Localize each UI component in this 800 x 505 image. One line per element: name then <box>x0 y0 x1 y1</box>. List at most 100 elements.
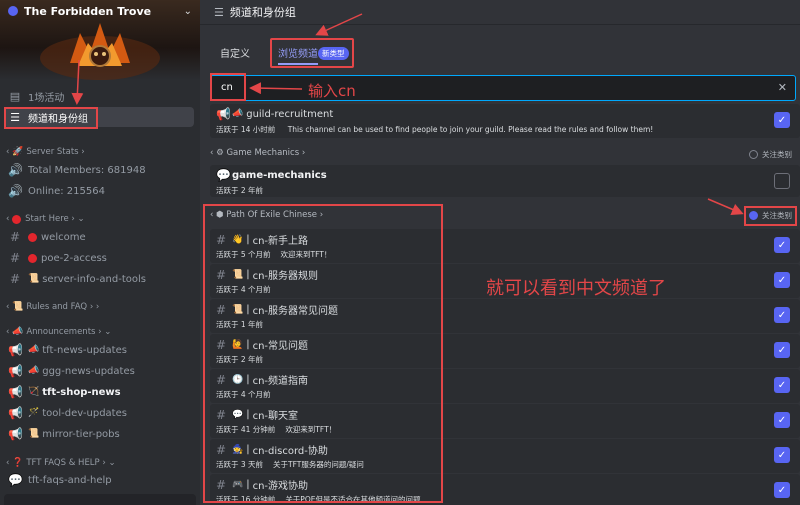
chevron-right-icon: › <box>78 147 85 157</box>
server-icon <box>8 6 18 16</box>
wand-icon: 🪄 <box>28 408 40 418</box>
annotation-box-nav <box>4 107 98 129</box>
channel-total-members[interactable]: 🔊 Total Members: 681948 <box>4 160 194 180</box>
follow-checkbox[interactable]: ✓ <box>774 237 790 253</box>
nav-events[interactable]: ▤ 1场活动 <box>4 86 194 106</box>
channel-label: welcome <box>41 231 86 243</box>
rocket-icon: 🚀 <box>12 147 24 157</box>
tab-bar: 自定义 浏览频道 新类型 <box>200 38 800 68</box>
announcement-icon: 📢 <box>216 107 231 121</box>
follow-checkbox[interactable]: ✓ <box>774 412 790 428</box>
chevron-right-icon: › <box>299 148 306 158</box>
channel-tft-shop-news[interactable]: 📢 🏹 tft-shop-news <box>4 382 194 402</box>
channel-label: mirror-tier-pobs <box>42 428 120 440</box>
row-activity: 活跃于 2 年前 <box>216 186 264 195</box>
channel-welcome[interactable]: # welcome <box>4 227 194 247</box>
chevron-down-icon: ⌄ <box>74 214 85 224</box>
sidebar: The Forbidden Trove ⌄ ▤ 1场活动 ☰ 频道和身份组 ‹ … <box>0 0 200 505</box>
speech-icon: 💬 <box>8 473 23 487</box>
follow-checkbox[interactable]: ✓ <box>774 342 790 358</box>
megaphone-icon: 📣 <box>12 327 24 337</box>
megaphone-icon: 📣 <box>28 366 40 376</box>
row-name: 📢 📣 guild-recruitment <box>216 107 333 121</box>
server-banner: The Forbidden Trove ⌄ <box>0 0 200 80</box>
category-label: Start Here <box>25 214 69 224</box>
category-faqs[interactable]: ‹ ❓ TFT FAQS & HELP › ⌄ <box>6 456 116 470</box>
channel-online[interactable]: 🔊 Online: 215564 <box>4 181 194 201</box>
gear-icon: ⚙ <box>216 148 227 158</box>
category-game-mechanics[interactable]: ‹ ⚙ Game Mechanics › <box>210 148 305 158</box>
channel-label: poe-2-access <box>41 252 107 264</box>
server-header[interactable]: The Forbidden Trove ⌄ <box>0 0 200 22</box>
annotation-box-search <box>210 73 246 101</box>
announcement-icon: 📢 <box>8 364 23 378</box>
megaphone-icon: 📣 <box>28 345 40 355</box>
tab-browse-channels[interactable]: 浏览频道 <box>278 45 318 65</box>
megaphone-icon: 📣 <box>232 109 244 119</box>
question-icon: ❓ <box>12 458 24 468</box>
row-meta: 活跃于 2 年前 <box>216 185 263 196</box>
announcement-icon: 📢 <box>8 385 23 399</box>
chevron-down-icon: ⌄ <box>101 327 112 337</box>
channel-poe-2-access[interactable]: # poe-2-access <box>4 248 194 268</box>
follow-checkbox[interactable]: ✓ <box>774 307 790 323</box>
speech-icon: 💬 <box>216 168 231 182</box>
follow-checkbox[interactable]: ✓ <box>774 447 790 463</box>
annotation-see-chinese: 就可以看到中文频道了 <box>486 278 666 299</box>
user-panel <box>4 494 196 505</box>
follow-category[interactable]: 关注类别 <box>749 149 792 160</box>
follow-checkbox[interactable]: ✓ <box>774 112 790 128</box>
speaker-icon: 🔊 <box>8 163 23 177</box>
close-icon[interactable]: ✕ <box>778 81 787 94</box>
hash-icon: # <box>9 272 21 286</box>
channel-label: Total Members: 681948 <box>28 164 146 176</box>
speaker-icon: 🔊 <box>8 184 23 198</box>
category-label: Rules and FAQ <box>26 302 88 312</box>
channel-tool-dev[interactable]: 📢 🪄 tool-dev-updates <box>4 403 194 423</box>
search-input[interactable]: cn ✕ <box>210 75 796 101</box>
chevron-down-icon[interactable]: ⌄ <box>184 6 192 17</box>
server-name: The Forbidden Trove <box>24 4 152 18</box>
scroll-icon: 📜 <box>28 274 40 284</box>
divider <box>200 24 800 25</box>
channel-ggg-news[interactable]: 📢 📣 ggg-news-updates <box>4 361 194 381</box>
calendar-icon: ▤ <box>9 89 21 103</box>
chevron-right-icon: › <box>93 302 100 312</box>
row-description: This channel can be used to find people … <box>287 125 654 134</box>
row-channel-name: game-mechanics <box>232 169 327 181</box>
follow-checkbox[interactable]: ✓ <box>774 377 790 393</box>
tab-customize[interactable]: 自定义 <box>220 41 250 64</box>
chevron-down-icon: ⌄ <box>105 458 116 468</box>
channel-tft-faqs[interactable]: 💬 tft-faqs-and-help <box>4 470 194 490</box>
bow-icon: 🏹 <box>28 387 40 397</box>
follow-checkbox[interactable]: ✓ <box>774 272 790 288</box>
channel-mirror-tier[interactable]: 📢 📜 mirror-tier-pobs <box>4 424 194 444</box>
category-label: Announcements <box>26 327 96 337</box>
channel-row[interactable]: 📢 📣 guild-recruitment 活跃于 14 小时前 This ch… <box>210 104 800 138</box>
category-announcements[interactable]: ‹ 📣 Announcements › ⌄ <box>6 325 111 339</box>
channel-row[interactable]: 💬 game-mechanics 活跃于 2 年前 <box>210 165 800 197</box>
channel-server-info[interactable]: # 📜 server-info-and-tools <box>4 269 194 289</box>
channel-label: tft-shop-news <box>42 386 121 398</box>
category-label: TFT FAQS & HELP <box>26 458 100 468</box>
channel-label: Online: 215564 <box>28 185 105 197</box>
category-server-stats[interactable]: ‹ 🚀 Server Stats › <box>6 145 85 159</box>
hash-icon: # <box>9 230 21 244</box>
annotation-box-cn-list <box>203 204 443 503</box>
category-rules[interactable]: ‹ 📜 Rules and FAQ › › <box>6 300 99 314</box>
row-name: 💬 game-mechanics <box>216 168 327 182</box>
announcement-icon: 📢 <box>8 427 23 441</box>
channel-label: ggg-news-updates <box>42 365 135 377</box>
follow-checkbox[interactable]: ✓ <box>774 482 790 498</box>
annotation-box-follow <box>744 206 797 226</box>
follow-radio[interactable] <box>749 150 758 159</box>
red-circle-icon <box>28 253 37 263</box>
announcement-icon: 📢 <box>8 343 23 357</box>
channel-tft-news[interactable]: 📢 📣 tft-news-updates <box>4 340 194 360</box>
announcement-icon: 📢 <box>8 406 23 420</box>
scroll-icon: 📜 <box>12 302 24 312</box>
top-bar: ☰ 频道和身份组 <box>200 0 800 24</box>
follow-checkbox[interactable] <box>774 173 790 189</box>
category-label: Game Mechanics <box>226 148 300 158</box>
category-start-here[interactable]: ‹ Start Here › ⌄ <box>6 212 85 226</box>
